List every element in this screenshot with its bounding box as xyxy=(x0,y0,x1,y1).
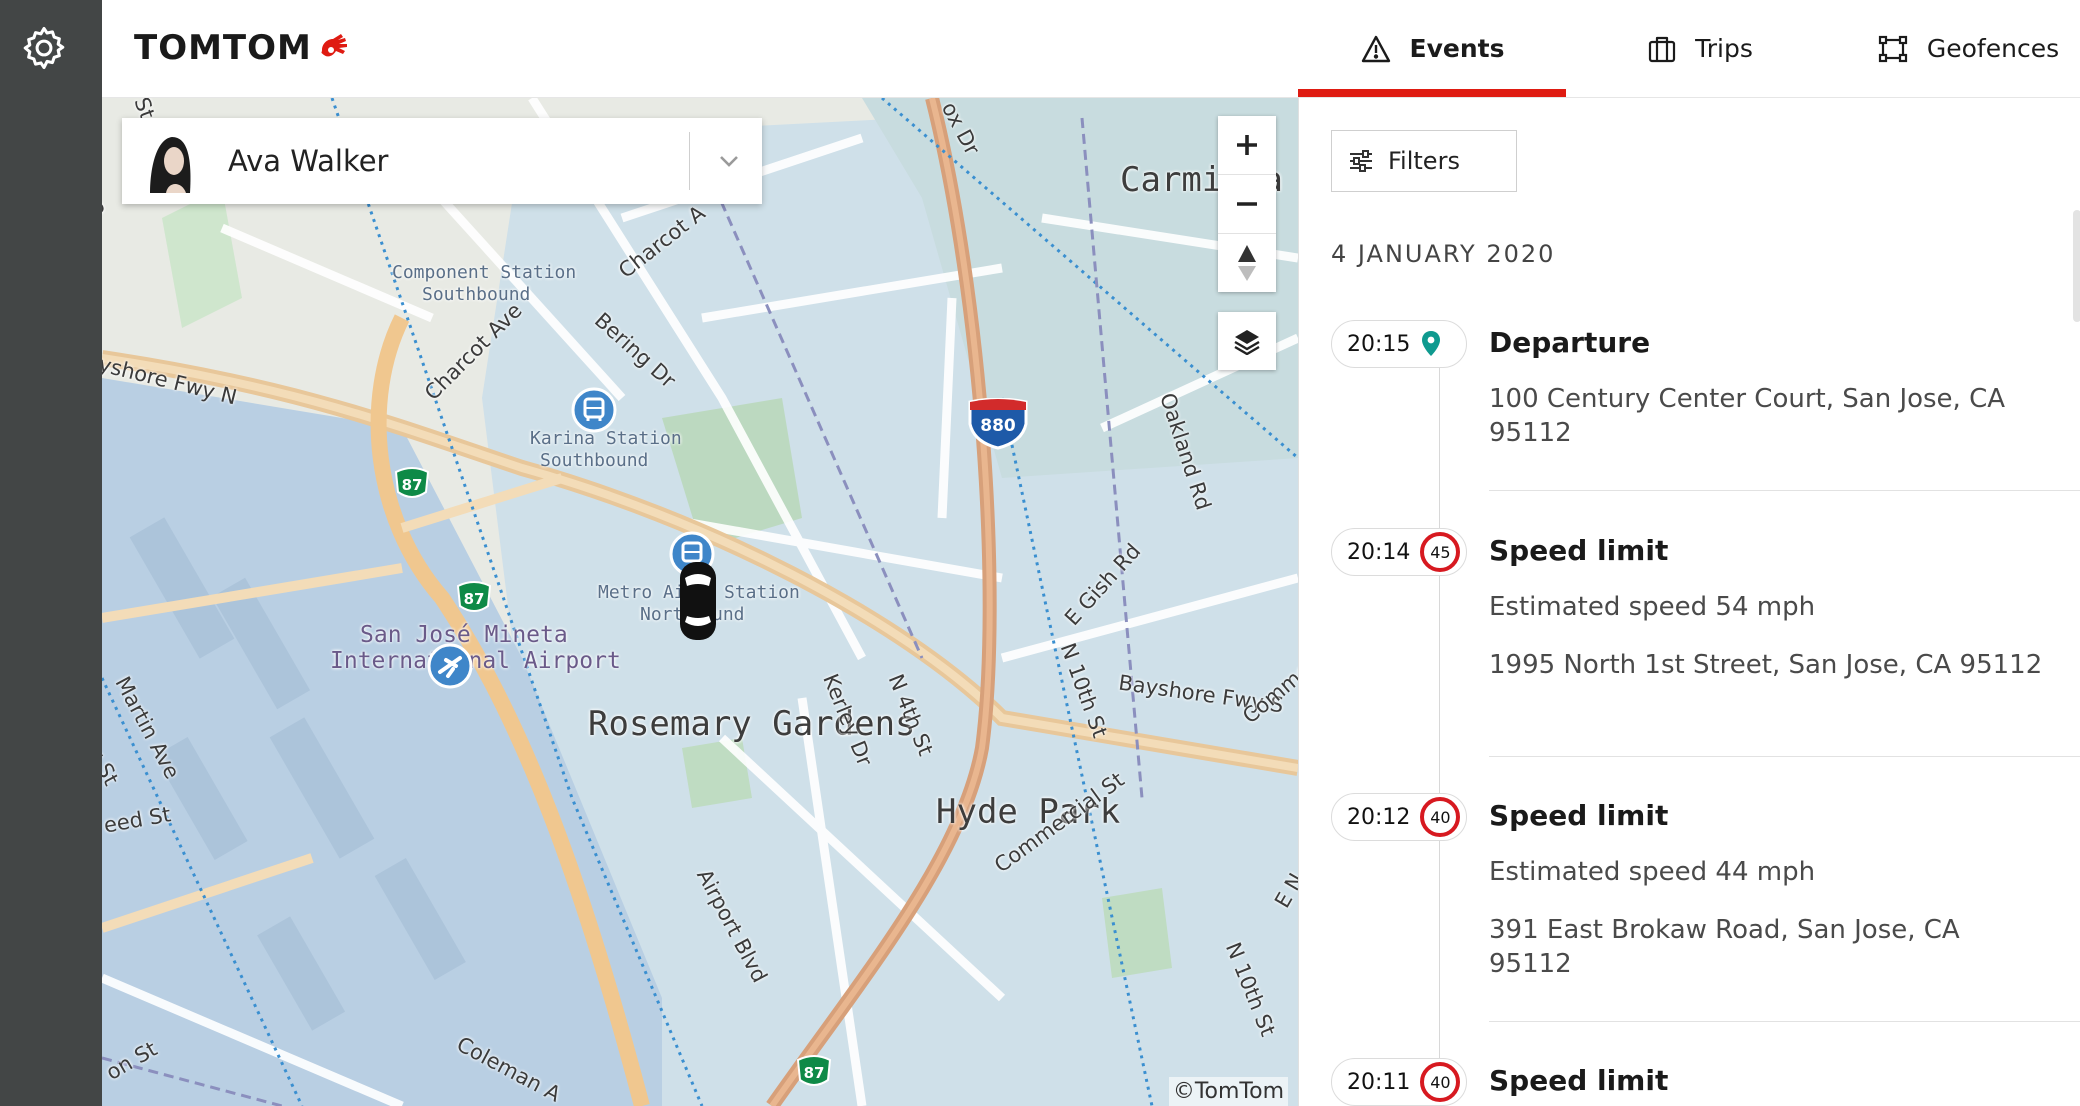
event-time-badge: 20:15 xyxy=(1331,320,1467,368)
event-address: 391 East Brokaw Road, San Jose, CA 95112 xyxy=(1489,915,1960,979)
event-item[interactable]: 20:11 40 Speed limit xyxy=(1331,1058,2071,1106)
logo-text: TOMTOM xyxy=(134,28,312,68)
route-87-shield: 87 xyxy=(394,467,430,498)
tab-events[interactable]: Events xyxy=(1298,0,1566,97)
karina-station-label-2: Southbound xyxy=(540,450,649,471)
filters-label: Filters xyxy=(1388,147,1460,175)
event-item[interactable]: 20:15 Departure 100 Century Center Court… xyxy=(1331,320,2080,510)
filters-button[interactable]: Filters xyxy=(1331,130,1517,192)
event-title: Speed limit xyxy=(1489,1064,1669,1097)
route-87-number: 87 xyxy=(464,590,485,608)
component-station-label-1: Component Station xyxy=(392,262,577,283)
filter-sliders-icon xyxy=(1350,150,1372,172)
minus-icon xyxy=(1237,202,1257,206)
divider xyxy=(689,132,690,190)
event-time: 20:14 xyxy=(1347,539,1411,565)
events-panel: Filters 4 JANUARY 2020 20:15 Departure 1… xyxy=(1298,98,2080,1106)
scrollbar[interactable] xyxy=(2073,210,2080,322)
event-item[interactable]: 20:14 45 Speed limit Estimated speed 54 … xyxy=(1331,528,2080,774)
layers-control xyxy=(1218,312,1276,370)
zoom-in-button[interactable] xyxy=(1218,116,1276,175)
speed-limit-sign-icon: 40 xyxy=(1420,1062,1461,1102)
bus-stop-icon[interactable] xyxy=(570,386,618,434)
tab-geofences[interactable]: Geofences xyxy=(1834,0,2080,97)
airport-icon[interactable] xyxy=(426,642,474,690)
route-87-shield: 87 xyxy=(456,581,492,612)
zoom-controls xyxy=(1218,116,1276,292)
geofence-square-icon xyxy=(1878,35,1907,62)
driver-selector[interactable]: Ava Walker xyxy=(122,118,762,204)
map-view[interactable]: Rosemary Gardens Hyde Park Carmi Pa San … xyxy=(102,98,1298,1106)
settings-button[interactable] xyxy=(21,25,67,71)
speed-limit-sign-icon: 45 xyxy=(1420,532,1461,572)
route-87-shield: 87 xyxy=(796,1055,832,1086)
event-address: 100 Century Center Court, San Jose, CA 9… xyxy=(1489,384,2006,448)
tomtom-hand-icon xyxy=(321,34,347,57)
metro-station-label-1b: Station xyxy=(724,582,800,603)
compass-button[interactable] xyxy=(1218,234,1276,292)
chevron-down-icon[interactable] xyxy=(712,144,746,178)
interstate-880-shield: 880 xyxy=(968,398,1028,450)
route-87-number: 87 xyxy=(402,476,423,494)
driver-name: Ava Walker xyxy=(228,144,389,178)
briefcase-icon xyxy=(1649,36,1676,62)
event-item[interactable]: 20:12 40 Speed limit Estimated speed 44 … xyxy=(1331,793,2080,1039)
warning-triangle-icon xyxy=(1361,35,1390,62)
vehicle-car-icon[interactable] xyxy=(676,560,720,642)
divider xyxy=(1489,756,2080,757)
layers-icon xyxy=(1234,330,1260,355)
event-title: Speed limit xyxy=(1489,534,1669,567)
left-rail xyxy=(0,0,102,1106)
event-estimated-speed: Estimated speed 54 mph xyxy=(1489,592,1816,622)
location-pin-icon xyxy=(1422,331,1441,356)
metro-station-label-1a: Metro Ai xyxy=(598,582,685,603)
event-address: 1995 North 1st Street, San Jose, CA 9511… xyxy=(1489,650,2043,680)
speed-limit-sign-icon: 40 xyxy=(1420,797,1461,837)
zoom-out-button[interactable] xyxy=(1218,175,1276,234)
divider xyxy=(1489,490,2080,491)
layers-button[interactable] xyxy=(1218,312,1276,370)
tab-trips-label: Trips xyxy=(1695,34,1753,63)
event-title: Departure xyxy=(1489,326,1651,359)
event-title: Speed limit xyxy=(1489,799,1669,832)
event-time: 20:12 xyxy=(1347,804,1411,830)
event-time: 20:11 xyxy=(1347,1069,1411,1095)
route-87-number: 87 xyxy=(804,1064,825,1082)
event-time-badge: 20:14 45 xyxy=(1331,528,1467,576)
i880-number: 880 xyxy=(980,416,1016,436)
event-estimated-speed: Estimated speed 44 mph xyxy=(1489,857,1816,887)
date-heading: 4 JANUARY 2020 xyxy=(1331,240,1556,268)
avatar xyxy=(142,129,198,193)
carmi-label: Carmi xyxy=(1120,160,1223,200)
tab-geofences-label: Geofences xyxy=(1926,34,2060,63)
event-time-badge: 20:12 40 xyxy=(1331,793,1467,841)
map-copyright: ©TomTom xyxy=(1168,1077,1288,1106)
divider xyxy=(1489,1021,2080,1022)
event-time-badge: 20:11 40 xyxy=(1331,1058,1467,1106)
gear-icon xyxy=(23,26,65,70)
event-time: 20:15 xyxy=(1347,331,1411,357)
top-header: TOMTOM Events Trips Geofences xyxy=(102,0,2080,98)
airport-label-line2: International Airport xyxy=(330,648,621,674)
tab-trips[interactable]: Trips xyxy=(1566,0,1834,97)
compass-icon xyxy=(1238,245,1256,281)
plus-icon xyxy=(1237,135,1257,155)
tomtom-logo: TOMTOM xyxy=(134,28,352,68)
tab-events-label: Events xyxy=(1409,34,1505,63)
